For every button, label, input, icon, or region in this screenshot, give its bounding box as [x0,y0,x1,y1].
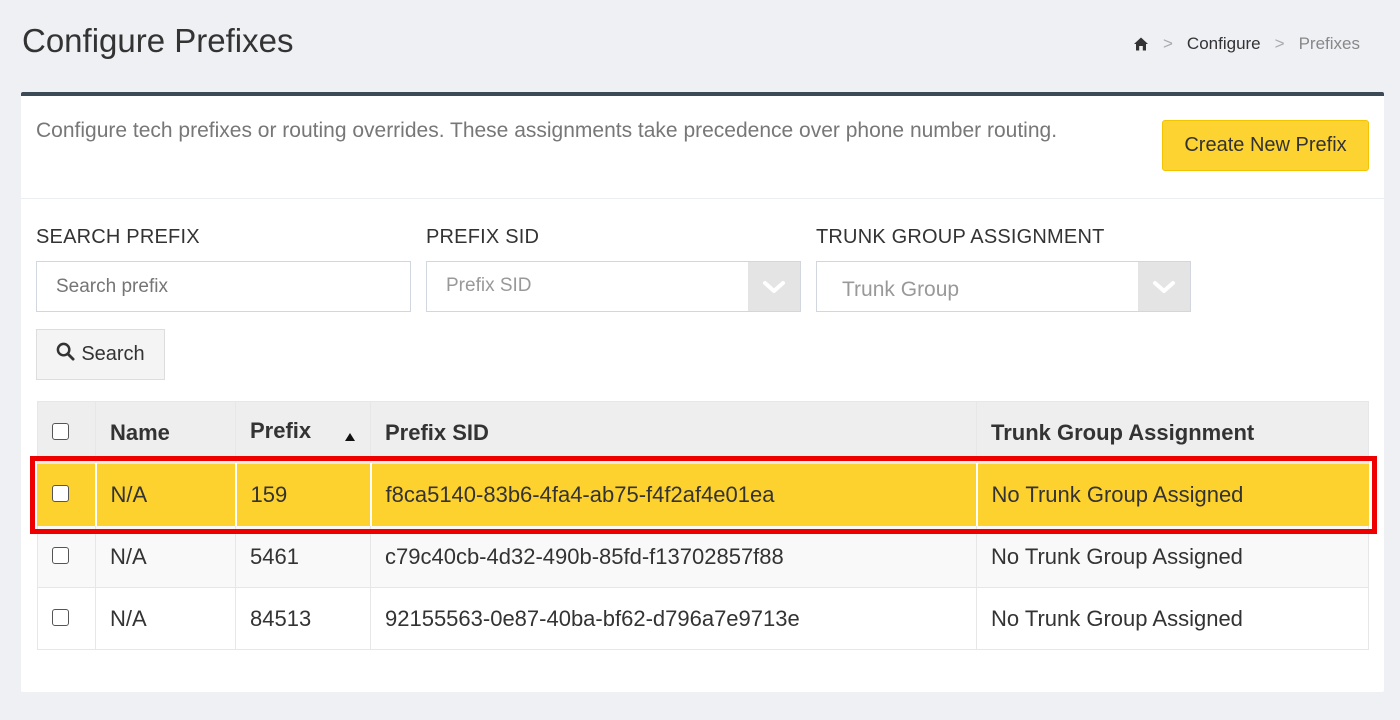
column-header-prefix[interactable]: Prefix [235,401,371,464]
cell-trunk-group: No Trunk Group Assigned [976,463,1369,526]
panel-header: Configure tech prefixes or routing overr… [21,96,1384,199]
search-button[interactable]: Search [36,329,165,380]
column-header-trunk-group-label: Trunk Group Assignment [991,419,1255,445]
create-new-prefix-button[interactable]: Create New Prefix [1162,120,1369,171]
search-prefix-input[interactable] [36,261,411,312]
search-button-label: Search [81,343,145,365]
cell-prefix: 5461 [235,525,371,588]
trunk-group-label: TRUNK GROUP ASSIGNMENT [816,226,1105,248]
row-checkbox-cell [37,587,96,650]
select-all-checkbox[interactable] [52,422,69,440]
prefix-sid-select[interactable]: Prefix SID [426,261,801,312]
panel-description: Configure tech prefixes or routing overr… [36,119,1058,142]
trunk-group-placeholder: Trunk Group [842,278,960,301]
cell-prefix: 159 [235,463,372,526]
search-prefix-label: SEARCH PREFIX [36,226,200,248]
table-row[interactable]: N/A 84513 92155563-0e87-40ba-bf62-d796a7… [37,587,1369,650]
column-header-prefix-label: Prefix [250,417,312,443]
column-header-prefix-sid-label: Prefix SID [385,419,489,445]
prefix-sid-placeholder: Prefix SID [446,275,532,296]
column-header-name[interactable]: Name [95,401,236,464]
home-icon[interactable] [1133,36,1149,52]
breadcrumb-separator: > [1274,34,1285,53]
select-all-cell [37,401,96,464]
row-checkbox[interactable] [52,484,69,502]
breadcrumb-configure[interactable]: Configure [1187,34,1261,54]
breadcrumb: > Configure > Prefixes [1133,34,1360,54]
cell-trunk-group: No Trunk Group Assigned [976,525,1369,588]
cell-prefix: 84513 [235,587,371,650]
table-row[interactable]: N/A 5461 c79c40cb-4d32-490b-85fd-f137028… [37,525,1369,588]
column-header-prefix-sid[interactable]: Prefix SID [370,401,977,464]
table-header-row: Name Prefix Prefix SID Trunk Group Assig… [37,401,1369,464]
row-checkbox-cell [37,525,96,588]
prefixes-panel: Configure tech prefixes or routing overr… [21,92,1384,692]
search-icon [56,342,75,367]
column-header-name-label: Name [110,419,170,445]
row-checkbox-cell [37,463,97,526]
page-title: Configure Prefixes [22,22,294,59]
trunk-group-select[interactable]: Trunk Group [816,261,1191,312]
sort-ascending-icon [344,422,356,448]
prefixes-table: Name Prefix Prefix SID Trunk Group Assig… [29,401,1377,650]
cell-prefix-sid: f8ca5140-83b6-4fa4-ab75-f4f2af4e01ea [370,463,978,526]
breadcrumb-separator: > [1162,34,1173,53]
cell-prefix-sid: 92155563-0e87-40ba-bf62-d796a7e9713e [370,587,977,650]
table-row[interactable]: N/A 159 f8ca5140-83b6-4fa4-ab75-f4f2af4e… [29,455,1377,534]
chevron-down-icon[interactable] [748,262,800,311]
cell-name: N/A [95,587,236,650]
chevron-down-icon[interactable] [1138,262,1190,311]
cell-trunk-group: No Trunk Group Assigned [976,587,1369,650]
row-checkbox[interactable] [52,546,69,564]
row-checkbox[interactable] [52,608,69,626]
prefix-sid-label: PREFIX SID [426,226,540,248]
column-header-trunk-group[interactable]: Trunk Group Assignment [976,401,1369,464]
cell-name: N/A [95,463,237,526]
cell-prefix-sid: c79c40cb-4d32-490b-85fd-f13702857f88 [370,525,977,588]
breadcrumb-prefixes: Prefixes [1298,34,1360,53]
cell-name: N/A [95,525,236,588]
